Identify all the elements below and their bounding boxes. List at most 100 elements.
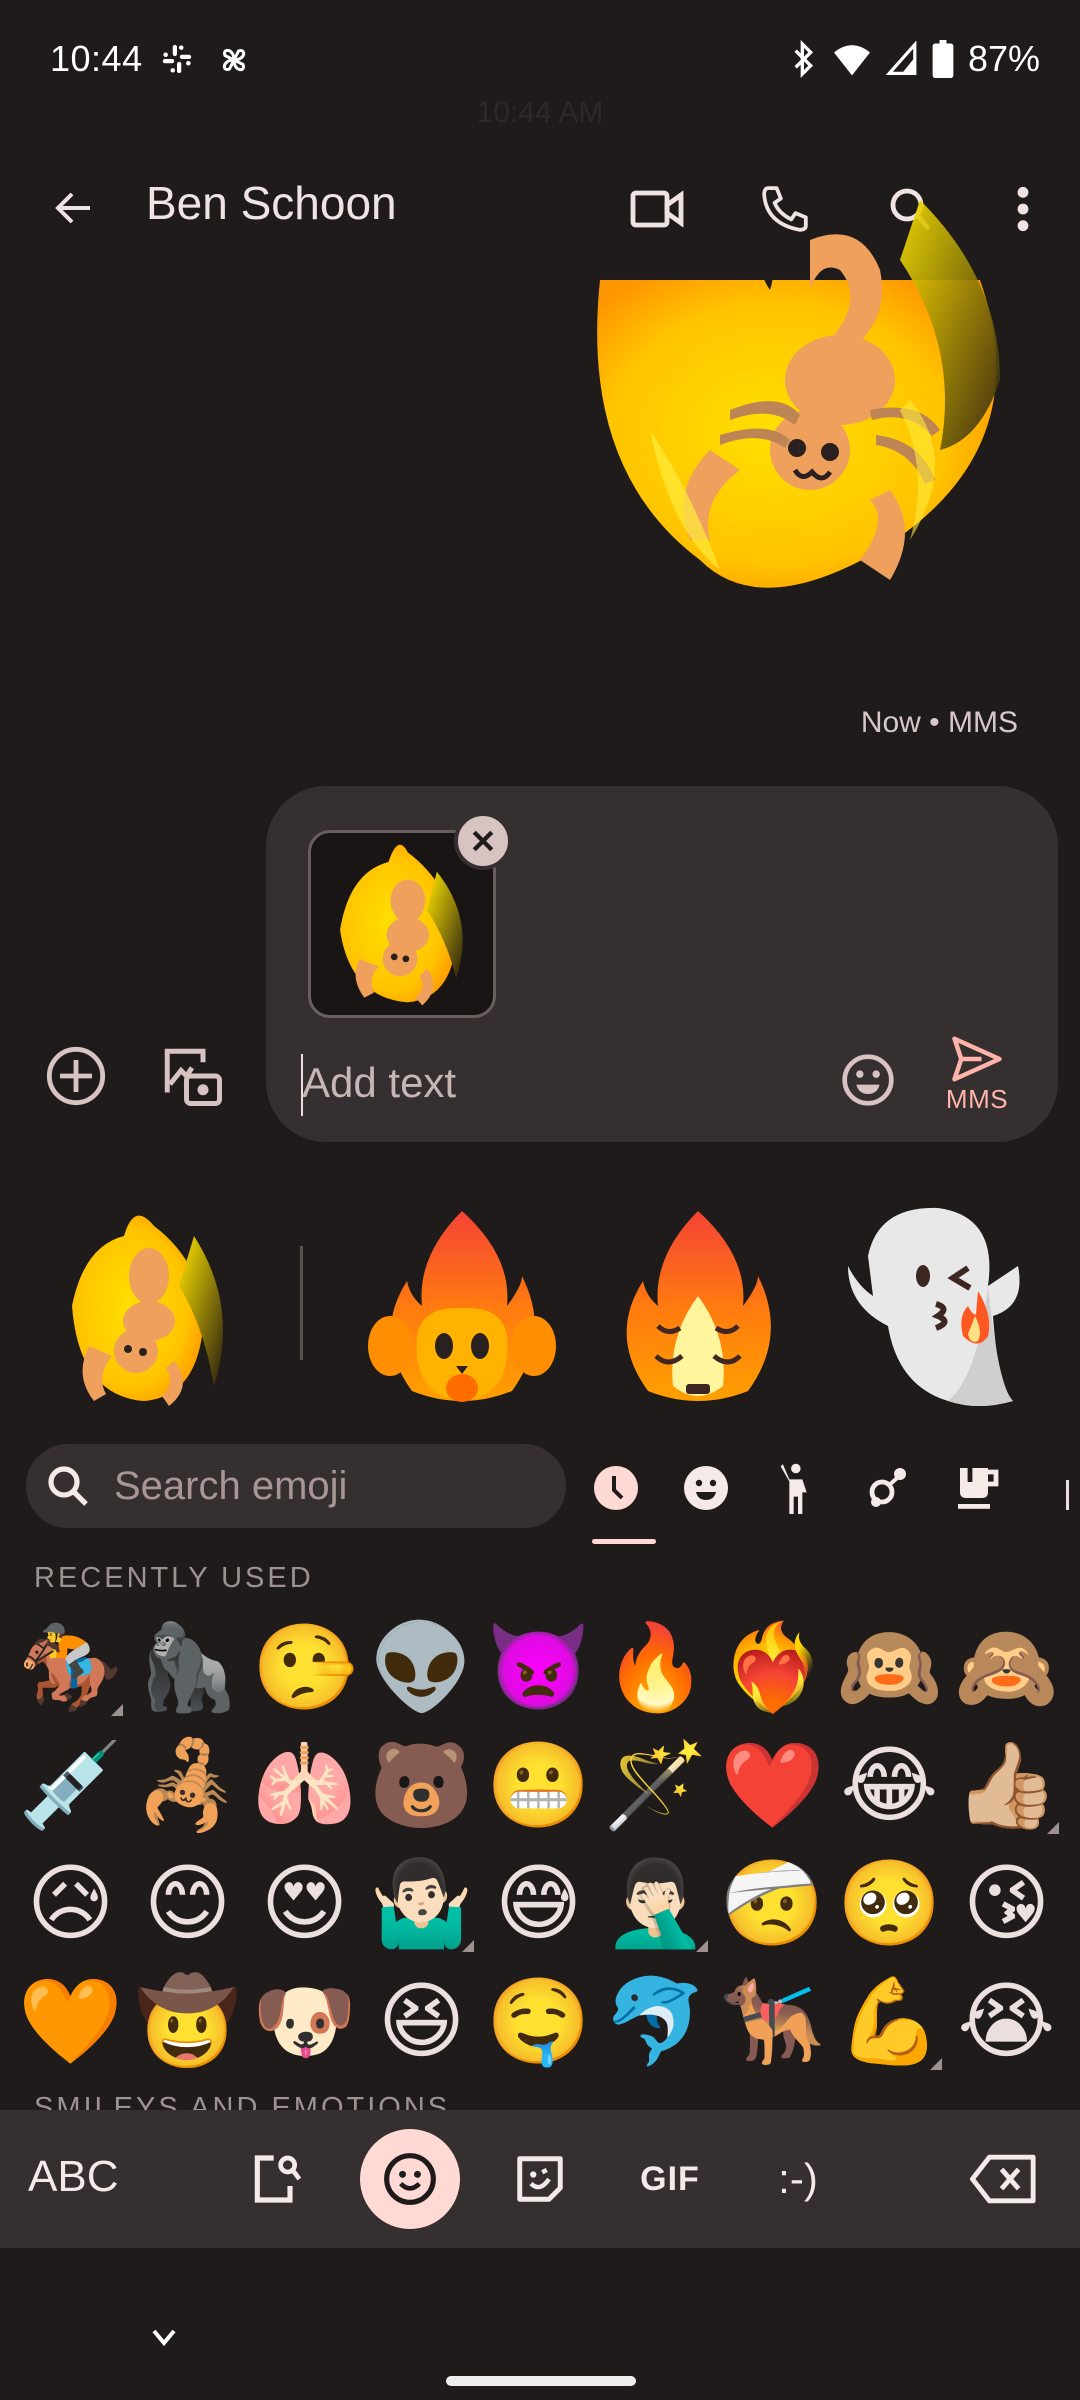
emoji-smile-icon xyxy=(842,1054,894,1106)
hide-keyboard-button[interactable] xyxy=(144,2322,184,2352)
sticker-search-icon xyxy=(254,2155,302,2203)
animals-nature-icon xyxy=(869,1468,906,1507)
emoji-cell[interactable]: 🪄 xyxy=(597,1726,714,1844)
emoji-search-input[interactable] xyxy=(114,1463,534,1509)
emoji-cell[interactable]: 🐬 xyxy=(597,1962,714,2080)
emoji-cell[interactable]: 😆 xyxy=(363,1962,480,2080)
tabs-scroll-edge xyxy=(1066,1480,1069,1510)
kitchen-suggestion-monkey-fire[interactable] xyxy=(362,1196,562,1416)
sticker-icon xyxy=(517,2156,563,2202)
emoji-cell[interactable]: 🏇 xyxy=(12,1608,129,1726)
emoji-cell[interactable]: 💪 xyxy=(831,1962,948,2080)
emoji-cell[interactable]: 🦍 xyxy=(129,1608,246,1726)
emoji-search-sticker-button[interactable] xyxy=(226,2129,326,2229)
emoji-cell[interactable]: 😥 xyxy=(12,1844,129,1962)
emoticon-button[interactable]: :-) xyxy=(748,2129,848,2229)
emoji-cell[interactable]: 👽 xyxy=(363,1608,480,1726)
emoji-cell[interactable]: ❤️‍🔥 xyxy=(714,1608,831,1726)
back-button[interactable] xyxy=(44,178,104,238)
compose-box: MMS xyxy=(266,786,1058,1142)
emoji-cell[interactable]: 🤷🏻‍♂️ xyxy=(363,1844,480,1962)
slack-icon xyxy=(160,42,194,83)
emoji-cell[interactable]: 🤕 xyxy=(714,1844,831,1962)
compose-emoji-button[interactable] xyxy=(836,1048,900,1112)
scorpion-fire-sticker xyxy=(72,1215,223,1406)
suggestion-divider xyxy=(300,1246,303,1360)
gallery-camera-button[interactable] xyxy=(156,1040,228,1112)
active-tab-indicator xyxy=(592,1539,656,1544)
add-circle-icon xyxy=(46,1046,106,1106)
emoji-cell[interactable]: 🐕‍🦺 xyxy=(714,1962,831,2080)
emoji-cell[interactable]: 🐶 xyxy=(246,1962,363,2080)
emoji-cell[interactable]: 😍 xyxy=(246,1844,363,1962)
emoji-cell[interactable]: ❤️ xyxy=(714,1726,831,1844)
emoticon-label: :-) xyxy=(778,2155,818,2202)
battery-percent: 87% xyxy=(967,38,1040,79)
home-gesture-bar[interactable] xyxy=(446,2376,636,2386)
scorpion-fire-sticker-image xyxy=(597,200,1000,588)
emoji-category-tabs xyxy=(584,1452,1080,1542)
emoji-cell[interactable]: 🙉 xyxy=(831,1608,948,1726)
emoji-keyboard-button[interactable] xyxy=(360,2129,460,2229)
emoji-cell[interactable]: 🙈 xyxy=(948,1608,1065,1726)
emoji-cell[interactable]: 🦂 xyxy=(129,1726,246,1844)
emoji-cell[interactable]: 🫁 xyxy=(246,1726,363,1844)
send-icon xyxy=(952,1036,1002,1082)
backspace-button[interactable] xyxy=(954,2129,1054,2229)
search-icon xyxy=(48,1466,88,1506)
send-mms-label: MMS xyxy=(945,1084,1009,1114)
battery-icon xyxy=(932,40,954,78)
status-time: 10:44 xyxy=(50,38,143,79)
emoji-cell[interactable]: 🤦🏻‍♂️ xyxy=(597,1844,714,1962)
emoji-cell[interactable]: 😘 xyxy=(948,1844,1065,1962)
emoji-cell[interactable]: 🤥 xyxy=(246,1608,363,1726)
cell-signal-icon xyxy=(885,41,918,77)
bluetooth-icon xyxy=(790,39,818,79)
message-input[interactable] xyxy=(302,1048,802,1118)
chevron-down-icon xyxy=(152,2329,176,2347)
emoji-cell[interactable]: 👍🏼 xyxy=(948,1726,1065,1844)
emoji-cell[interactable]: 😂 xyxy=(831,1726,948,1844)
add-attachment-button[interactable] xyxy=(40,1040,112,1112)
emoji-cell[interactable]: 🔥 xyxy=(597,1608,714,1726)
emoji-cell[interactable]: 😅 xyxy=(480,1844,597,1962)
person-waving-icon xyxy=(780,1463,807,1514)
smiley-icon xyxy=(684,1466,728,1510)
emoji-search-field[interactable] xyxy=(26,1444,566,1528)
section-label-recently-used: RECENTLY USED xyxy=(34,1562,314,1594)
sent-sticker-scorpion-fire[interactable] xyxy=(580,200,1020,700)
emoji-cell[interactable]: 🐻 xyxy=(363,1726,480,1844)
tab-food-drink[interactable] xyxy=(948,1452,1008,1524)
emoji-cell[interactable]: 👿 xyxy=(480,1608,597,1726)
tab-animals-nature[interactable] xyxy=(858,1452,918,1524)
clock-icon xyxy=(594,1466,638,1510)
backspace-icon xyxy=(970,2154,1036,2204)
pinwheel-icon xyxy=(216,42,252,83)
send-mms-button[interactable]: MMS xyxy=(932,1036,1022,1136)
emoji-smile-icon xyxy=(384,2153,436,2205)
emoji-cell[interactable]: 😭 xyxy=(948,1962,1065,2080)
gif-button[interactable]: GIF xyxy=(620,2129,720,2229)
recent-emoji-grid: 🏇 🦍 🤥 👽 👿 🔥 ❤️‍🔥 🙉 🙈 💉 🦂 🫁 🐻 😬 🪄 ❤️ 😂 👍🏼 😥 😊 😍 🤷🏻‍♂️ 😅 🤦🏻‍♂️ 🤕 🥺 😘… xyxy=(12,1608,1072,2080)
kitchen-suggestion-ghost-fire[interactable] xyxy=(828,1196,1028,1416)
emoji-cell[interactable]: 😬 xyxy=(480,1726,597,1844)
conversation-timestamp: 10:44 AM xyxy=(476,96,604,129)
monkey-fire-sticker xyxy=(368,1211,556,1402)
contact-name[interactable]: Ben Schoon xyxy=(146,176,397,230)
emoji-cell[interactable]: 🧡 xyxy=(12,1962,129,2080)
abc-keyboard-button[interactable]: ABC xyxy=(28,2152,118,2202)
kitchen-suggestion-scorpion-fire[interactable] xyxy=(44,1196,244,1416)
ghost-fire-sticker xyxy=(848,1207,1020,1406)
emoji-cell[interactable]: 🤠 xyxy=(129,1962,246,2080)
emoji-cell[interactable]: 🥺 xyxy=(831,1844,948,1962)
tab-people[interactable] xyxy=(768,1452,828,1524)
remove-attachment-button[interactable] xyxy=(454,812,512,870)
emoji-cell[interactable]: 😊 xyxy=(129,1844,246,1962)
tab-recent[interactable] xyxy=(586,1452,646,1524)
gif-label: GIF xyxy=(640,2159,700,2198)
tab-smileys[interactable] xyxy=(676,1452,736,1524)
emoji-cell[interactable]: 💉 xyxy=(12,1726,129,1844)
emoji-cell[interactable]: 🤤 xyxy=(480,1962,597,2080)
sticker-button[interactable] xyxy=(490,2129,590,2229)
kitchen-suggestion-pensive-fire[interactable] xyxy=(598,1196,798,1416)
